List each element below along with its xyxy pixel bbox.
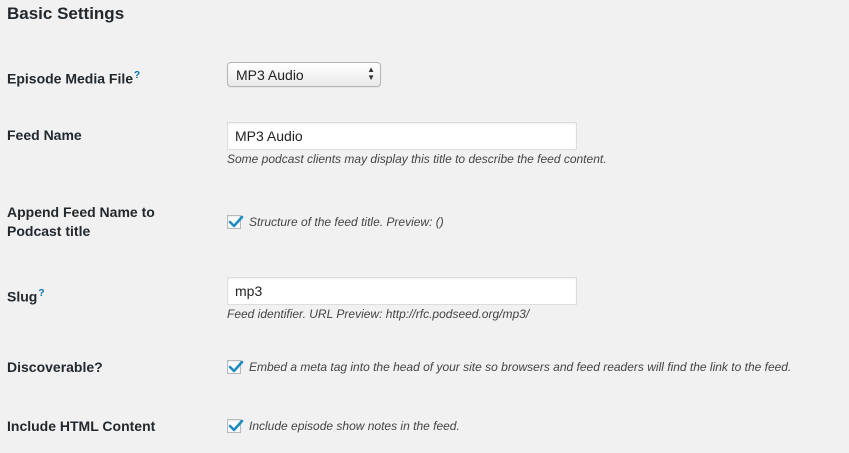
append-feed-name-row: Structure of the feed title. Preview: () xyxy=(227,215,444,229)
feed-name-input[interactable]: MP3 Audio xyxy=(227,122,577,150)
media-file-label: Episode Media File? xyxy=(7,66,140,89)
include-html-text: Include episode show notes in the feed. xyxy=(249,419,460,433)
discoverable-text: Embed a meta tag into the head of your s… xyxy=(249,360,792,374)
slug-label: Slug? xyxy=(7,284,44,307)
slug-help-link[interactable]: ? xyxy=(38,288,44,299)
include-html-row: Include episode show notes in the feed. xyxy=(227,419,460,433)
section-title: Basic Settings xyxy=(7,4,125,23)
discoverable-label: Discoverable? xyxy=(7,359,103,375)
feed-name-description: Some podcast clients may display this ti… xyxy=(227,152,607,166)
slug-label-text: Slug xyxy=(7,288,38,305)
media-file-select[interactable]: MP3 Audio ▲ ▼ xyxy=(227,62,381,87)
checkmark-icon xyxy=(228,215,244,228)
include-html-checkbox[interactable] xyxy=(227,419,244,433)
discoverable-row: Embed a meta tag into the head of your s… xyxy=(227,360,791,374)
append-feed-name-label-line1: Append Feed Name to xyxy=(7,204,155,220)
include-html-label: Include HTML Content xyxy=(7,418,156,434)
checkmark-icon xyxy=(228,419,244,432)
settings-page: Basic Settings Episode Media File? MP3 A… xyxy=(0,0,849,453)
media-file-label-text: Episode Media File xyxy=(7,70,134,87)
append-feed-name-label-line2: Podcast title xyxy=(7,223,91,239)
append-feed-name-text: Structure of the feed title. Preview: () xyxy=(249,215,444,229)
discoverable-checkbox[interactable] xyxy=(227,360,244,374)
checkmark-icon xyxy=(228,360,244,373)
append-feed-name-checkbox[interactable] xyxy=(227,215,244,229)
slug-input-value: mp3 xyxy=(235,283,263,299)
feed-name-input-value: MP3 Audio xyxy=(235,128,303,144)
slug-input[interactable]: mp3 xyxy=(227,277,577,305)
select-arrows-icon: ▲ ▼ xyxy=(367,65,375,82)
feed-name-label: Feed Name xyxy=(7,127,82,143)
slug-description: Feed identifier. URL Preview: http://rfc… xyxy=(227,307,530,321)
media-file-help-link[interactable]: ? xyxy=(134,70,140,81)
media-file-select-value: MP3 Audio xyxy=(236,66,304,83)
append-feed-name-label: Append Feed Name to Podcast title xyxy=(7,203,155,241)
